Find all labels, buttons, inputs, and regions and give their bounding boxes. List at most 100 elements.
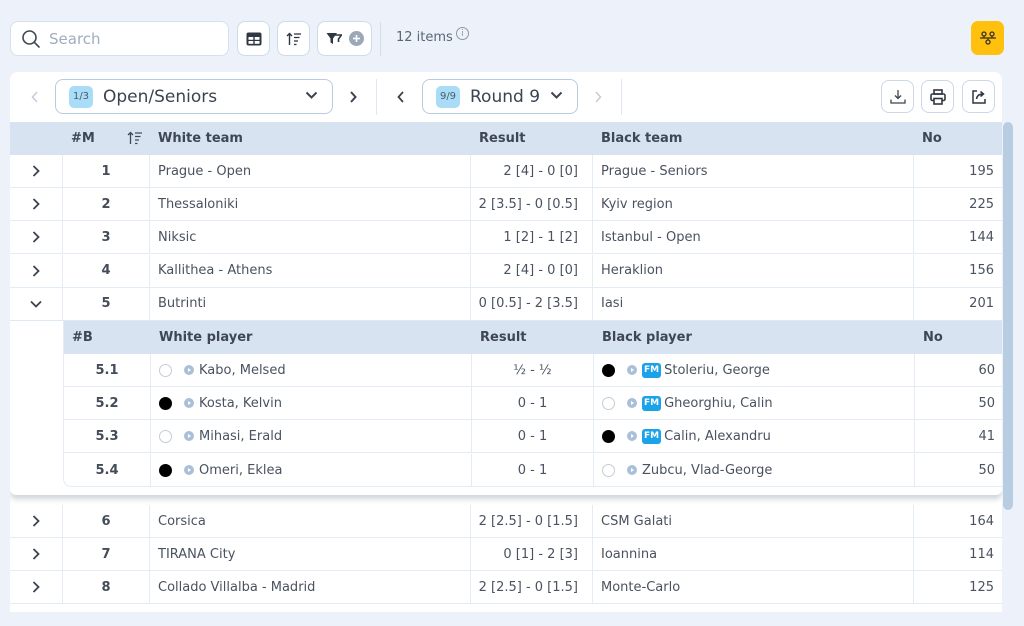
black-piece-icon	[159, 463, 172, 477]
header-result[interactable]: Result	[471, 122, 593, 155]
player-name[interactable]: Mihasi, Erald	[199, 429, 282, 444]
player-name[interactable]: Gheorghiu, Calin	[664, 396, 773, 411]
play-icon[interactable]	[184, 465, 194, 476]
divider	[376, 79, 377, 115]
expand-toggle[interactable]	[10, 155, 63, 187]
group-label: Open/Seniors	[103, 86, 218, 107]
player-no: 60	[978, 362, 995, 378]
round-badge: 9/9	[436, 85, 460, 108]
play-icon[interactable]	[627, 398, 637, 409]
table-row[interactable]: 2 Thessaloniki 2 [3.5] - 0 [0.5] Kyiv regio…	[10, 188, 1002, 222]
scrollbar[interactable]	[1003, 122, 1013, 510]
expand-toggle[interactable]	[10, 538, 63, 571]
play-icon[interactable]	[184, 398, 194, 409]
pairings-card: 1/3 Open/Seniors 9/9 Round 9 #M White te…	[10, 72, 1002, 612]
title-badge: FM	[642, 395, 662, 411]
header-black-team[interactable]: Black team	[593, 122, 914, 155]
prev-group-button[interactable]	[24, 86, 46, 108]
play-icon[interactable]	[184, 365, 194, 375]
table-row[interactable]: 8 Collado Villalba - Madrid 2 [2.5] - 0 [1…	[10, 571, 1002, 605]
chevron-left-icon	[397, 91, 404, 103]
expand-toggle[interactable]	[10, 571, 63, 604]
header-board: #B	[72, 330, 93, 345]
table-row[interactable]: 5 Butrinti 0 [0.5] - 2 [3.5] Iasi 201	[10, 287, 1002, 321]
round-label: Round 9	[470, 86, 541, 107]
table-row[interactable]: 1 Prague - Open 2 [4] - 0 [0] Prague - Seni…	[10, 155, 1002, 188]
play-icon[interactable]	[184, 431, 194, 442]
chevron-left-icon	[31, 91, 38, 103]
white-player: Mihasi, Erald	[151, 420, 472, 453]
match-number: 2	[63, 188, 150, 221]
header-board-result: Result	[480, 330, 527, 345]
chevron-right-icon	[32, 165, 40, 177]
black-team: Iasi	[593, 287, 914, 320]
board-number: 5.1	[64, 354, 151, 386]
header-match-label: #M	[71, 131, 95, 146]
player-name[interactable]: Kabo, Melsed	[199, 363, 286, 378]
navigation-bar: 1/3 Open/Seniors 9/9 Round 9	[10, 72, 1002, 122]
sort-ascending-icon[interactable]	[127, 131, 143, 145]
play-icon[interactable]	[627, 431, 637, 442]
play-icon[interactable]	[627, 365, 637, 375]
toolbar: 12 items i	[0, 0, 1024, 72]
hierarchy-icon	[979, 31, 996, 45]
search-box[interactable]	[10, 21, 229, 56]
header-no[interactable]: No	[914, 122, 1002, 155]
search-icon	[22, 29, 40, 48]
download-button[interactable]	[881, 80, 914, 113]
white-piece-icon	[602, 463, 615, 477]
board-table-header: #B White player Result Black player No	[64, 321, 1002, 354]
player-name[interactable]: Kosta, Kelvin	[199, 396, 282, 411]
chevron-right-icon	[32, 548, 40, 560]
expand-toggle[interactable]	[10, 505, 63, 537]
info-icon[interactable]: i	[455, 27, 469, 40]
filter-add-button[interactable]	[317, 21, 372, 56]
player-name[interactable]: Calin, Alexandru	[664, 429, 771, 444]
white-team: Prague - Open	[150, 155, 471, 187]
header-match[interactable]: #M	[63, 122, 150, 155]
search-input[interactable]	[49, 29, 219, 48]
table-row[interactable]: 6 Corsica 2 [2.5] - 0 [1.5] CSM Galati 164	[10, 505, 1002, 538]
print-button[interactable]	[921, 80, 954, 113]
divider	[621, 79, 622, 115]
player-name[interactable]: Zubcu, Vlad-George	[642, 463, 772, 478]
group-select[interactable]: 1/3 Open/Seniors	[55, 79, 333, 114]
expand-toggle[interactable]	[10, 188, 63, 221]
match-result: 2 [2.5] - 0 [1.5]	[471, 505, 593, 537]
table-row[interactable]: 3 Niksic 1 [2] - 1 [2] Istanbul - Open 144	[10, 221, 1002, 255]
plus-circle-icon	[348, 31, 364, 46]
prev-round-button[interactable]	[390, 86, 412, 108]
play-icon[interactable]	[627, 465, 637, 476]
header-black-player: Black player	[602, 330, 692, 345]
player-name[interactable]: Omeri, Eklea	[199, 463, 282, 478]
table-header: #M White team Result Black team No	[10, 122, 1002, 155]
expand-toggle[interactable]	[10, 287, 63, 320]
next-group-button[interactable]	[342, 86, 364, 108]
white-player: Kosta, Kelvin	[151, 387, 472, 420]
white-team: TIRANA City	[150, 538, 471, 571]
next-round-button[interactable]	[587, 86, 609, 108]
expand-column-header	[10, 122, 63, 155]
match-result: 0 [1] - 2 [3]	[471, 538, 593, 571]
match-number: 7	[63, 538, 150, 571]
team-no: 164	[969, 513, 994, 529]
table-row[interactable]: 4 Kallithea - Athens 2 [4] - 0 [0] Heraklio…	[10, 254, 1002, 288]
black-player: FM Gheorghiu, Calin	[594, 387, 915, 420]
share-button[interactable]	[962, 80, 995, 113]
black-piece-icon	[602, 363, 615, 377]
match-number: 8	[63, 571, 150, 604]
round-select[interactable]: 9/9 Round 9	[422, 79, 578, 114]
sort-button[interactable]	[277, 21, 310, 56]
team-no: 144	[969, 229, 994, 245]
items-count-label: 12 items	[396, 30, 453, 45]
header-white-team[interactable]: White team	[150, 122, 471, 155]
player-name[interactable]: Stoleriu, George	[664, 363, 770, 378]
board-result: ½ - ½	[472, 354, 594, 386]
black-team: Ioannina	[593, 538, 914, 571]
hierarchy-button[interactable]	[971, 21, 1004, 55]
expand-toggle[interactable]	[10, 254, 63, 287]
table-row[interactable]: 7 TIRANA City 0 [1] - 2 [3] Ioannina 114	[10, 538, 1002, 572]
expand-toggle[interactable]	[10, 221, 63, 254]
table-view-button[interactable]	[237, 21, 270, 56]
chevron-down-icon	[30, 300, 42, 308]
